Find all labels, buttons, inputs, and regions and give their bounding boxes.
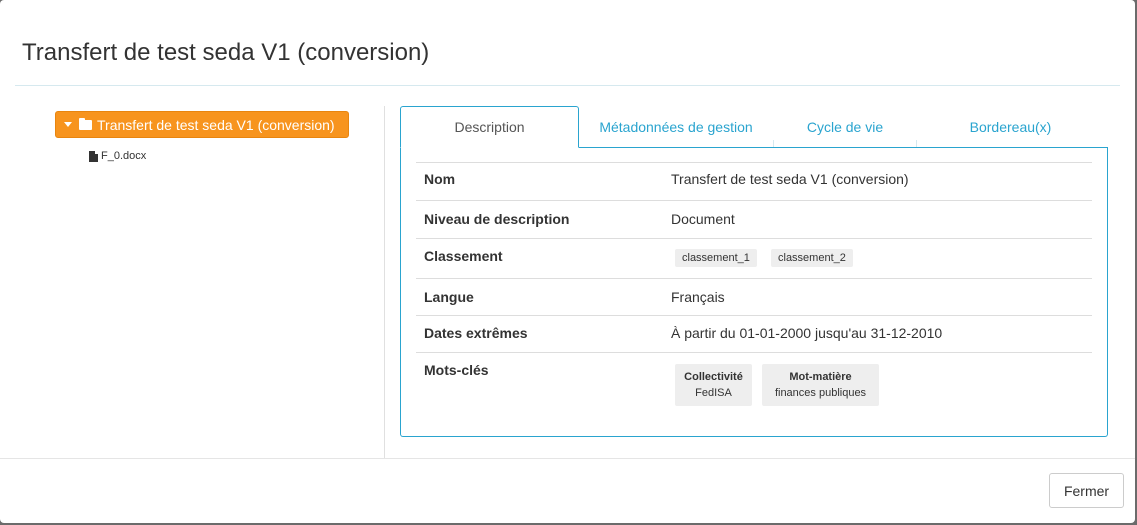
tab-metadonnees-gestion-label: Métadonnées de gestion [599, 119, 753, 135]
tree-root-node[interactable]: Transfert de test seda V1 (conversion) [55, 111, 349, 138]
table-row-classement: Classement classement_1 classement_2 [416, 238, 1092, 278]
modal-dialog: Transfert de test seda V1 (conversion) T… [0, 0, 1135, 523]
row-label: Mots-clés [424, 362, 489, 378]
modal-title: Transfert de test seda V1 (conversion) [22, 39, 430, 66]
table-row-nom: Nom Transfert de test seda V1 (conversio… [416, 162, 1092, 200]
close-button[interactable]: Fermer [1049, 473, 1124, 508]
row-label: Nom [424, 171, 456, 187]
tab-bordereaux[interactable]: Bordereau(x) [917, 106, 1104, 148]
row-value: À partir du 01-01-2000 jusqu'au 31-12-20… [671, 325, 943, 341]
table-row-langue: Langue Français [416, 278, 1092, 315]
tab-description[interactable]: Description [400, 106, 579, 148]
keyword-badge: Collectivité FedISA [675, 364, 752, 406]
modal-header: Transfert de test seda V1 (conversion) [0, 0, 1135, 86]
keyword-value: FedISA [695, 387, 732, 399]
table-row-mots-cles: Mots-clés Collectivité FedISA Mot-matièr… [416, 352, 1092, 412]
tree-divider [384, 106, 385, 458]
tree-child-label: F_0.docx [101, 150, 147, 162]
tree-child-node[interactable]: F_0.docx [89, 150, 146, 162]
classement-tag: classement_2 [771, 249, 853, 267]
keyword-type: Collectivité [684, 371, 743, 383]
tab-bar: Description Métadonnées de gestion Cycle… [400, 106, 1108, 148]
caret-down-icon[interactable] [64, 122, 72, 127]
row-label: Niveau de description [424, 211, 570, 227]
row-label: Dates extrêmes [424, 325, 528, 341]
tab-cycle-de-vie-label: Cycle de vie [806, 119, 884, 135]
tab-cycle-de-vie[interactable]: Cycle de vie [774, 106, 916, 148]
archive-tree: Transfert de test seda V1 (conversion) F… [15, 106, 385, 458]
classement-tag: classement_1 [675, 249, 757, 267]
file-icon [89, 150, 98, 162]
row-value: Français [671, 289, 725, 305]
tab-metadonnees-gestion[interactable]: Métadonnées de gestion [579, 106, 773, 148]
keyword-badge: Mot-matière finances publiques [762, 364, 879, 406]
row-value: Document [671, 211, 735, 227]
row-label: Langue [424, 289, 474, 305]
keyword-value: finances publiques [774, 387, 867, 399]
folder-icon [79, 117, 92, 130]
tree-root-label: Transfert de test seda V1 (conversion) [97, 116, 335, 133]
row-label: Classement [424, 248, 503, 264]
header-divider [15, 85, 1120, 86]
tab-description-label: Description [454, 119, 525, 135]
tab-bordereaux-label: Bordereau(x) [969, 119, 1052, 135]
table-row-niveau: Niveau de description Document [416, 200, 1092, 238]
table-row-dates: Dates extrêmes À partir du 01-01-2000 ju… [416, 315, 1092, 352]
footer-divider [0, 458, 1135, 459]
row-value: Transfert de test seda V1 (conversion) [671, 171, 909, 187]
keyword-type: Mot-matière [789, 371, 852, 383]
